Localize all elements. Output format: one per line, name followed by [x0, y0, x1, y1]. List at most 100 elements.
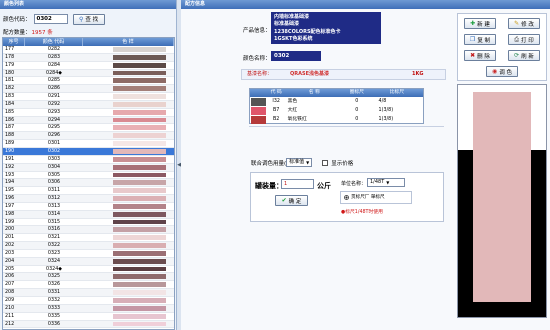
row-code: 0303 [47, 156, 61, 162]
scale-radio-label: 贯标尺厂 單标尺 [351, 195, 385, 200]
row-swatch [83, 46, 174, 53]
colorant-ratio-scale: 1(3/8) [378, 117, 394, 122]
row-index: 188 [5, 133, 15, 139]
row-code: 0323 [47, 250, 61, 256]
row-index: 197 [5, 203, 15, 209]
color-code-input[interactable]: 0302 [33, 14, 68, 24]
copy-button[interactable]: ❐ 复 制 [464, 34, 496, 45]
row-index: 189 [5, 141, 15, 147]
row-swatch [83, 62, 174, 69]
formula-swatch-cell [250, 106, 267, 115]
unit-name-select[interactable]: 1/48T ▼ [367, 178, 405, 187]
table-row[interactable]: 199 0315 [3, 218, 174, 227]
table-row[interactable]: 202 0322 [3, 242, 174, 250]
table-row[interactable]: 192 0304 [3, 163, 174, 172]
table-row[interactable]: 180 0284◆ [3, 69, 174, 78]
scale-radio[interactable] [344, 195, 349, 200]
unit-name-value: 1/48T [370, 179, 385, 185]
table-row[interactable]: 188 0296 [3, 132, 174, 141]
printer-icon: ⎙ [514, 35, 520, 43]
colorant-ring-scale: 0 [355, 108, 359, 113]
formula-row[interactable]: B7 大红 0 1(3/8) [250, 106, 423, 115]
table-row[interactable]: 191 0303 [3, 155, 174, 164]
product-line: 标准基础漆 [274, 21, 300, 28]
table-row[interactable]: 203 0323 [3, 249, 174, 258]
color-swatch [113, 211, 166, 217]
copy-icon: ❐ [469, 36, 476, 43]
table-row[interactable]: 211 0335 [3, 312, 174, 321]
table-row[interactable]: 183 0291 [3, 93, 174, 101]
row-index: 205 [5, 266, 15, 272]
scale-radio-group[interactable]: 贯标尺厂 單标尺 [340, 191, 412, 204]
table-row[interactable]: 208 0331 [3, 289, 174, 297]
row-swatch [83, 124, 174, 131]
color-swatch [113, 227, 166, 233]
row-swatch [83, 172, 174, 179]
search-row: 颜色代码： 0302 ⚲ 查 找 [3, 13, 105, 25]
row-index: 202 [5, 243, 15, 249]
table-row[interactable]: 201 0321 [3, 234, 174, 243]
unit-name-label: 单位名称： [341, 181, 367, 187]
color-swatch [113, 313, 166, 319]
color-swatch [113, 86, 166, 92]
table-row[interactable]: 181 0285 [3, 77, 174, 86]
edit-button[interactable]: ✎ 修 改 [508, 18, 540, 29]
table-row[interactable]: 209 0332 [3, 297, 174, 305]
table-row[interactable]: 197 0313 [3, 202, 174, 211]
header-ring-scale: 圈标尺 [349, 90, 364, 95]
table-row[interactable]: 206 0325 [3, 273, 174, 282]
query-button[interactable]: ⚲ 查 找 [72, 13, 105, 25]
table-row[interactable]: 198 0314 [3, 210, 174, 219]
table-row[interactable]: 196 0312 [3, 195, 174, 203]
row-index: 177 [5, 47, 15, 52]
table-row[interactable]: 186 0294 [3, 116, 174, 125]
table-row[interactable]: 204 0324 [3, 257, 174, 266]
table-row[interactable]: 178 0283 [3, 53, 174, 62]
row-code: 0313 [47, 203, 61, 209]
refresh-icon: ⟳ [514, 52, 520, 59]
table-row[interactable]: 193 0305 [3, 171, 174, 180]
table-row[interactable]: 210 0333 [3, 304, 174, 313]
table-row[interactable]: 205 0324◆ [3, 265, 174, 274]
table-row[interactable]: 190 0302 [3, 147, 174, 156]
table-row[interactable]: 184 0292 [3, 100, 174, 109]
table-row[interactable]: 182 0286 [3, 85, 174, 94]
show-price-checkbox[interactable] [322, 159, 329, 166]
color-list-table[interactable]: 序号 颜色 代码 色 样 177 0282 178 0283 179 0284 180 028… [2, 37, 175, 330]
refresh-button[interactable]: ⟳ 刷 新 [508, 50, 540, 61]
confirm-button[interactable]: ✔ 确 定 [275, 195, 308, 206]
colorant-name: 大红 [287, 108, 298, 113]
table-row[interactable]: 200 0316 [3, 226, 174, 235]
table-row[interactable]: 179 0284 [3, 61, 174, 70]
new-button-label: 新 建 [477, 21, 490, 28]
print-button[interactable]: ⎙ 打 印 [508, 34, 540, 45]
fill-amount-input[interactable]: 1 [281, 179, 314, 189]
delete-button[interactable]: ✖ 删 除 [464, 50, 496, 61]
color-swatch [113, 70, 166, 76]
table-row[interactable]: 189 0301 [3, 140, 174, 148]
table-row[interactable]: 177 0282 [3, 46, 174, 54]
formula-row[interactable]: B2 氧化铁红 0 1(3/8) [250, 115, 423, 124]
header-swatch [250, 89, 267, 97]
table-row[interactable]: 187 0295 [3, 124, 174, 133]
table-row[interactable]: 207 0326 [3, 281, 174, 290]
colorant-ratio-scale: 1(3/8) [378, 108, 394, 113]
header-code: 代 码 [270, 90, 282, 95]
formula-row[interactable]: I32 黑色 0 4/8 [250, 97, 423, 106]
new-button[interactable]: ✚ 新 建 [464, 18, 496, 29]
base-paint-bar: 基漆名称： QRASE浅色基漆 1KG [241, 69, 446, 80]
table-row[interactable]: 194 0306 [3, 179, 174, 188]
color-swatch [113, 125, 166, 131]
table-row[interactable]: 212 0336 [3, 320, 174, 329]
row-code: 0335 [47, 313, 61, 319]
tint-button[interactable]: ◉ 调 色 [486, 66, 518, 77]
print-button-label: 打 印 [521, 37, 534, 44]
row-code: 0314 [47, 211, 61, 217]
unit-select[interactable]: 标准值 ▼ [286, 158, 313, 167]
row-index: 212 [5, 321, 15, 327]
formula-info-panel: 配方信息 产品信息： 内墙标准基础漆 标准基础漆 1238COLORS配色标准色… [181, 0, 550, 330]
color-swatch [113, 117, 166, 123]
table-row[interactable]: 185 0293 [3, 108, 174, 117]
base-paint-value: QRASE浅色基漆 [290, 71, 329, 77]
table-row[interactable]: 195 0311 [3, 187, 174, 196]
